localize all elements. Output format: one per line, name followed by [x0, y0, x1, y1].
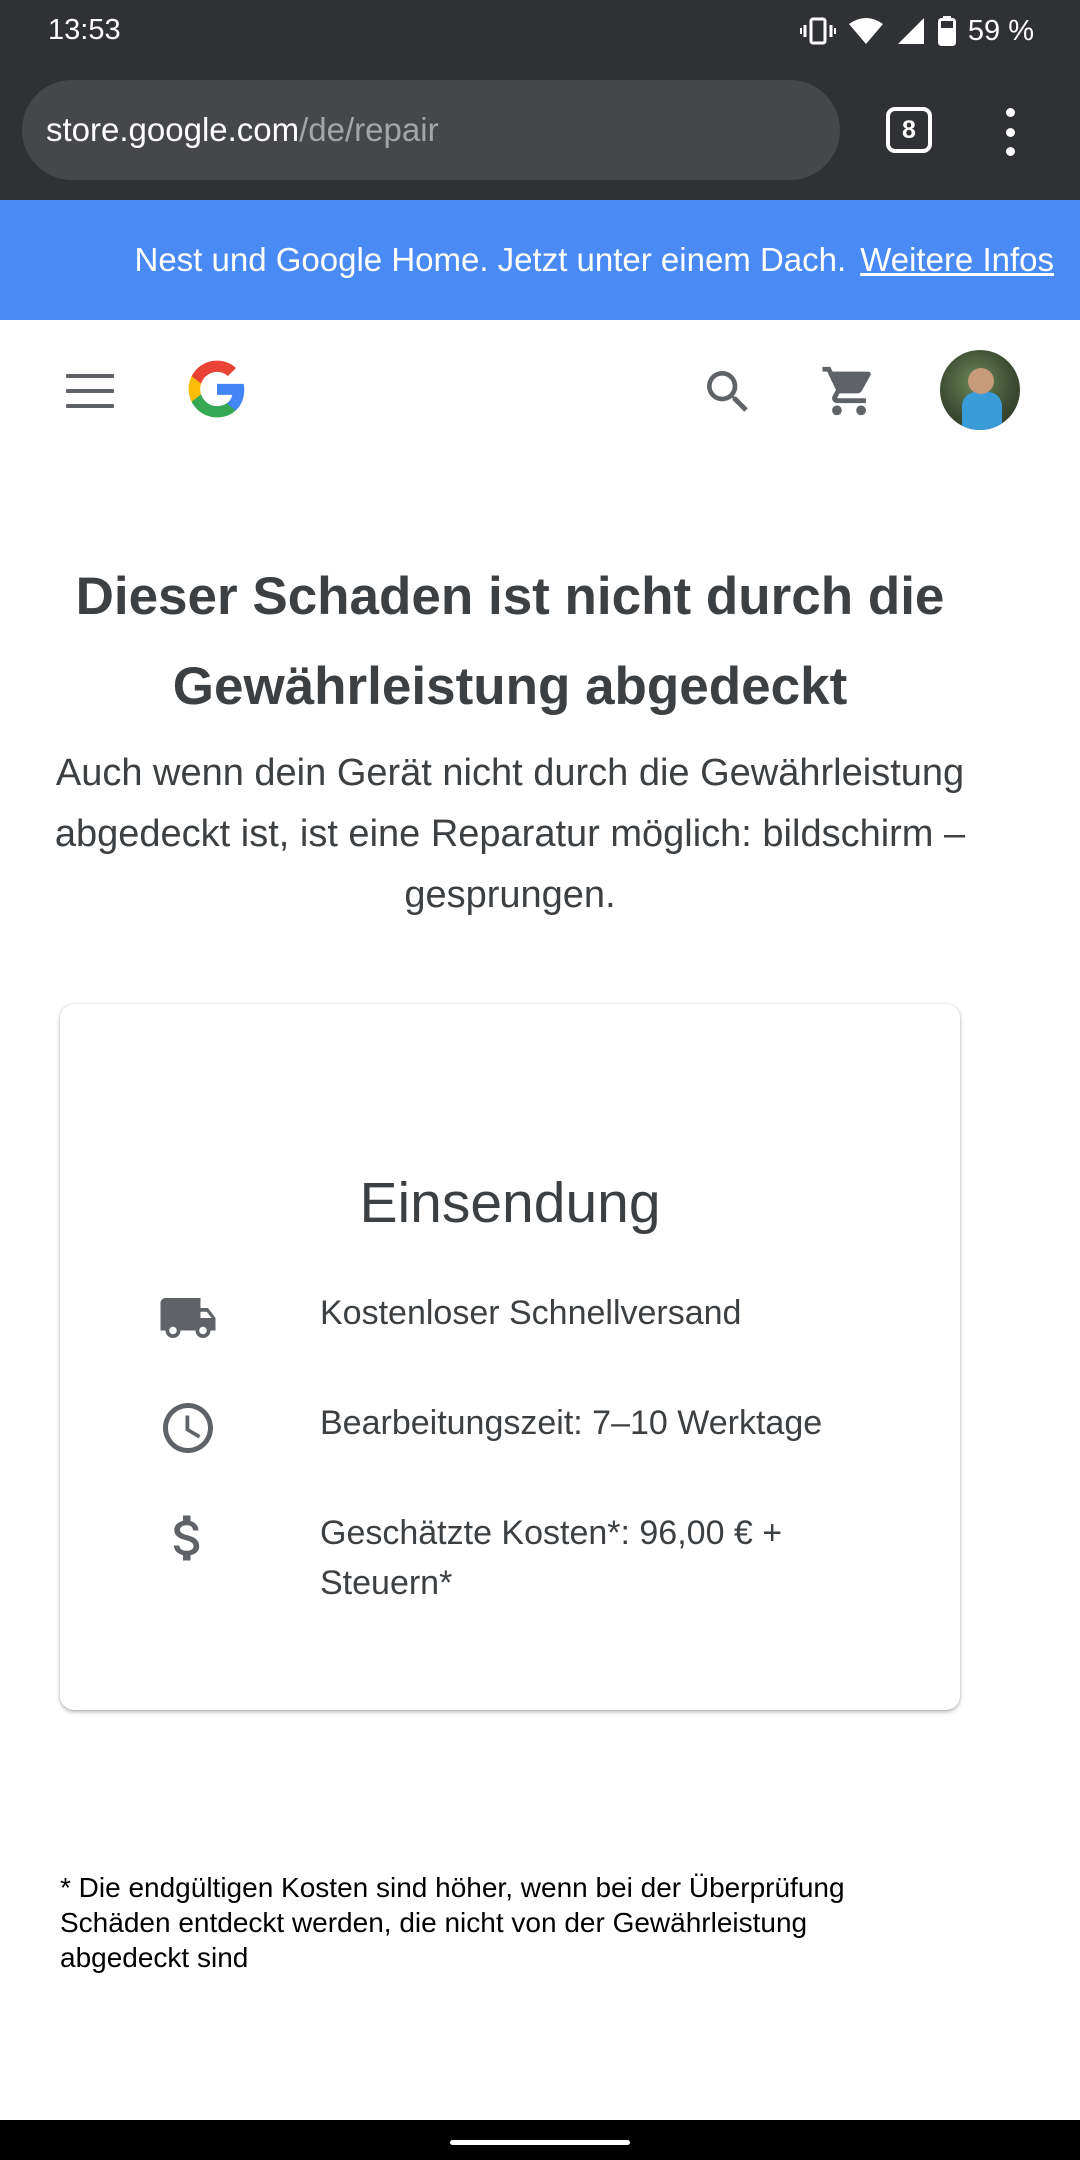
site-header: [0, 320, 1080, 460]
browser-toolbar: store.google.com/de/repair 8: [0, 62, 1080, 200]
menu-dot: [1005, 127, 1015, 137]
card-title: Einsendung: [359, 1171, 661, 1235]
banner-link[interactable]: Weitere Infos: [860, 241, 1054, 279]
cost-text: Geschätzte Kosten*: 96,00 € + Steuern*: [320, 1514, 783, 1602]
search-icon[interactable]: [700, 364, 756, 420]
page-title: Dieser Schaden ist nicht durch die Gewäh…: [75, 567, 945, 716]
vibrate-icon: [799, 17, 836, 45]
dollar-icon: [173, 1515, 200, 1561]
cart-icon[interactable]: [818, 362, 880, 420]
page-subtitle: Auch wenn dein Gerät nicht durch die Gew…: [54, 752, 966, 916]
promo-banner: Nest und Google Home. Jetzt unter einem …: [0, 200, 1080, 320]
url-bar[interactable]: store.google.com/de/repair: [22, 80, 840, 180]
status-icons: 59 %: [799, 12, 1034, 50]
battery-percent: 59 %: [967, 14, 1034, 47]
menu-dot: [1005, 147, 1015, 156]
avatar-face: [968, 368, 994, 394]
system-nav-bar: [0, 2120, 1080, 2160]
battery-icon: [937, 16, 956, 46]
status-bar: 13:53 59 %: [0, 0, 1080, 62]
menu-dot: [1005, 108, 1015, 117]
banner-text: Nest und Google Home. Jetzt unter einem …: [134, 241, 847, 278]
avatar[interactable]: [940, 350, 1020, 430]
signal-icon: [897, 18, 924, 44]
truck-icon: [160, 1298, 216, 1338]
tab-switcher-button[interactable]: 8: [886, 107, 932, 153]
wifi-icon: [848, 18, 883, 44]
clock-icon: [163, 1403, 213, 1453]
url-path: /de/repair: [299, 111, 439, 148]
browser-menu-button[interactable]: [990, 102, 1030, 162]
footnote: * Die endgültigen Kosten sind höher, wen…: [60, 1872, 845, 1973]
menu-icon[interactable]: [66, 374, 114, 408]
processing-time-text: Bearbeitungszeit: 7–10 Werktage: [320, 1404, 823, 1442]
avatar-body: [962, 392, 1002, 430]
url-host: store.google.com: [46, 111, 300, 148]
shipping-text: Kostenloser Schnellversand: [320, 1294, 742, 1332]
home-gesture-handle[interactable]: [450, 2140, 630, 2145]
google-logo[interactable]: [186, 358, 248, 420]
mail-in-repair-card[interactable]: Einsendung Kostenloser Schnellversand Be…: [60, 1004, 960, 1710]
status-time: 13:53: [48, 14, 121, 46]
